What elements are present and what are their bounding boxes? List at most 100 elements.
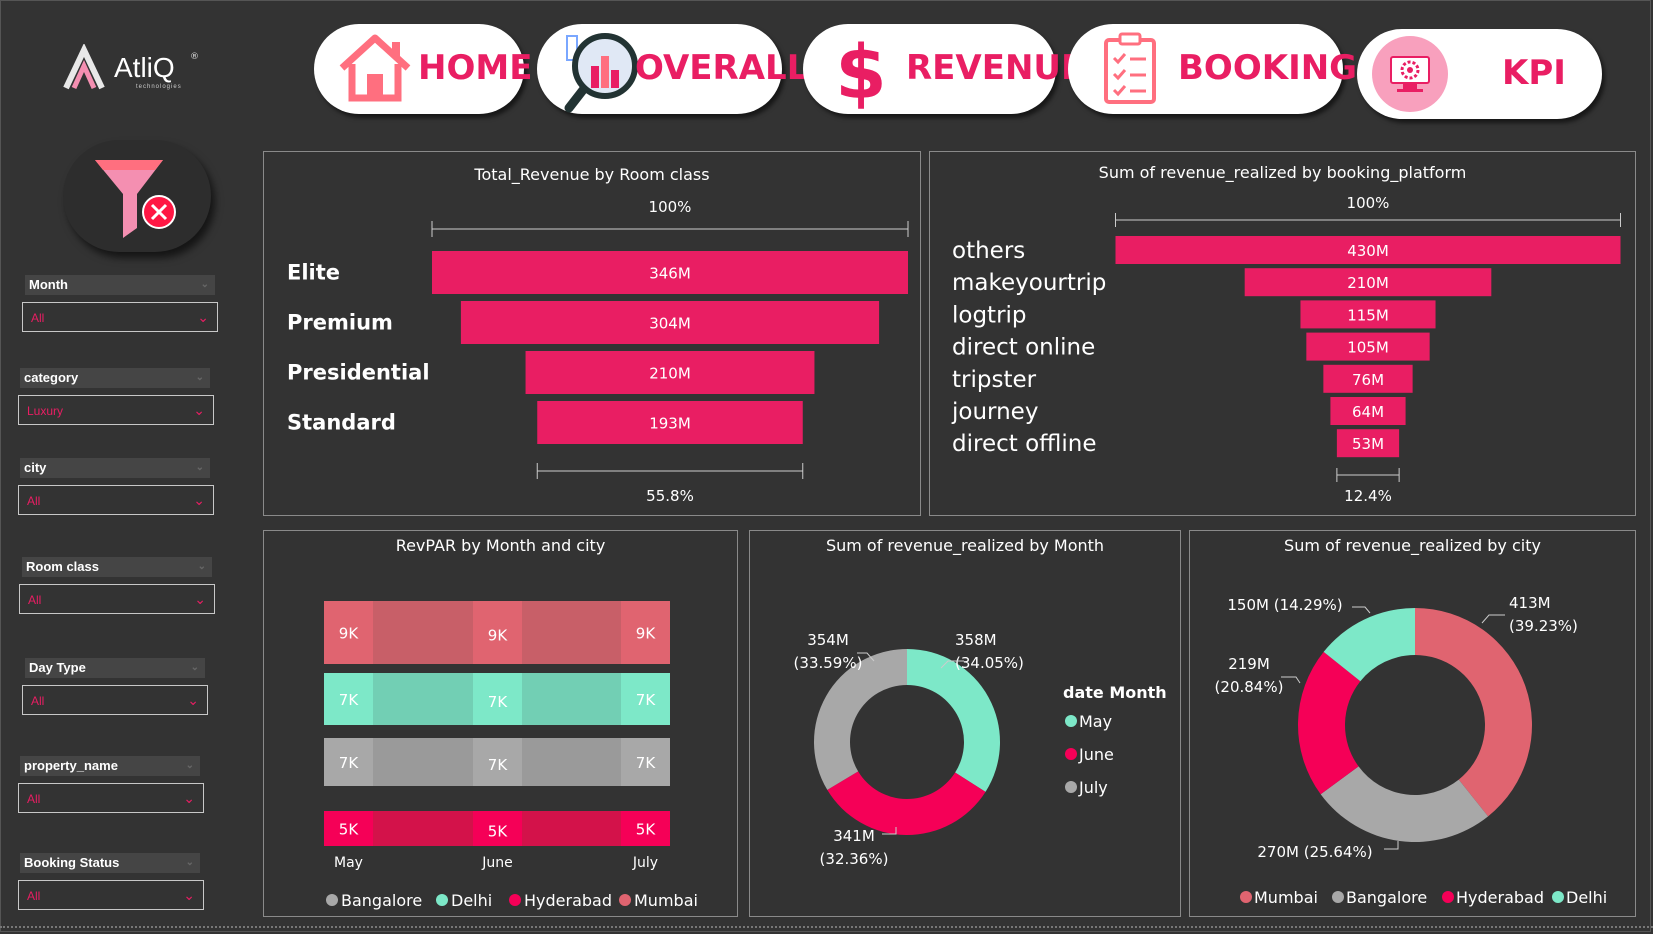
slicer-title-text: city <box>24 460 47 475</box>
funnel-value-label: 210M <box>649 365 691 383</box>
donut-leader-line <box>1481 614 1505 624</box>
donut-value-percent-label: 150M (14.29%) <box>1227 596 1342 614</box>
dollar-icon: $ <box>837 30 885 110</box>
donut-value-label: 341M <box>833 827 875 845</box>
donut-value-label: 219M <box>1228 655 1270 673</box>
funnel-category-label: Premium <box>287 311 393 335</box>
funnel-value-label: 53M <box>1352 435 1384 453</box>
chevron-down-icon: ⌄ <box>187 692 199 708</box>
donut-slice-mumbai <box>1415 608 1532 817</box>
funnel-category-label: others <box>952 238 1025 264</box>
legend-label: Delhi <box>1566 888 1607 907</box>
slicer-dropdown[interactable]: All ⌄ <box>18 880 204 910</box>
bottom-dotted-border <box>0 926 1653 928</box>
chevron-down-icon: ⌄ <box>193 492 205 508</box>
legend-label: Hyderabad <box>524 891 612 910</box>
slicer-title: Booking Status ⌄ <box>20 853 200 873</box>
funnel-value-label: 346M <box>649 265 691 283</box>
legend-label: Mumbai <box>1254 888 1318 907</box>
donut-value-percent-label: 270M (25.64%) <box>1257 843 1372 861</box>
slicer-title: property_name ⌄ <box>20 756 200 776</box>
nav-booking-label: BOOKING <box>1178 48 1358 88</box>
panel-revpar: RevPAR by Month and city 9K 9K 9K 7K 7K 7K 7K 7… <box>263 530 738 917</box>
atliq-logo-mark <box>63 44 105 90</box>
funnel-value-label: 430M <box>1347 242 1389 260</box>
legend-label: Bangalore <box>341 891 422 910</box>
funnel-category-label: Elite <box>287 261 340 285</box>
slicer-value: All <box>27 494 41 508</box>
chevron-down-icon: ⌄ <box>185 760 194 771</box>
legend-marker <box>1065 748 1077 760</box>
slicer-title-text: Month <box>29 277 68 292</box>
nav-kpi-button[interactable]: KPI <box>1357 29 1602 119</box>
bottom-percent-label: 12.4% <box>1344 487 1392 505</box>
legend-marker <box>1240 891 1252 903</box>
legend-marker <box>1332 891 1344 903</box>
funnel-category-label: journey <box>951 399 1038 425</box>
x-tick-label: June <box>481 855 513 871</box>
donut-percent-label: (33.59%) <box>794 654 863 672</box>
legend-marker <box>1552 891 1564 903</box>
chevron-down-icon: ⌄ <box>183 790 195 806</box>
legend-marker <box>509 894 521 906</box>
ribbon-value-label: 9K <box>488 627 509 645</box>
atliq-logo: AtliQ ® technologies <box>62 44 202 94</box>
chevron-down-icon: ⌄ <box>197 309 209 325</box>
slicer-dropdown[interactable]: All ⌄ <box>18 783 204 813</box>
legend-label: Mumbai <box>634 891 698 910</box>
ribbon-value-label: 7K <box>339 691 360 709</box>
ribbon-value-label: 9K <box>339 625 360 643</box>
nav-overall-label: OVERALL <box>635 48 809 88</box>
donut-value-label: 413M <box>1509 594 1551 612</box>
funnel-category-label: makeyourtrip <box>952 270 1106 296</box>
panel-revenue-city: Sum of revenue_realized by city 413M (39.… <box>1189 530 1636 917</box>
donut-percent-label: (34.05%) <box>955 654 1024 672</box>
top-percent-label: 100% <box>649 198 692 216</box>
chevron-down-icon: ⌄ <box>195 372 204 383</box>
legend-marker <box>326 894 338 906</box>
legend-marker <box>619 894 631 906</box>
funnel-value-label: 105M <box>1347 339 1389 357</box>
gear-monitor-icon <box>1372 36 1448 112</box>
nav-booking-button[interactable]: BOOKING <box>1068 24 1357 114</box>
chevron-down-icon: ⌄ <box>194 591 206 607</box>
slicer-dropdown[interactable]: All ⌄ <box>18 485 214 515</box>
slicer-dropdown[interactable]: All ⌄ <box>19 584 215 614</box>
slicer-value: All <box>31 311 45 325</box>
nav-home-button[interactable]: HOME <box>314 24 532 114</box>
funnel-category-label: direct offline <box>952 431 1097 457</box>
logo-registered: ® <box>190 52 199 62</box>
slicer-dropdown[interactable]: All ⌄ <box>22 302 218 332</box>
slicer-title-text: Room class <box>26 559 99 574</box>
ribbon-value-label: 7K <box>488 693 509 711</box>
nav-revenue-button[interactable]: $ REVENUE <box>803 24 1084 114</box>
clear-filters-button[interactable] <box>63 140 211 252</box>
nav-overall-button[interactable]: OVERALL <box>537 24 808 114</box>
nav-home-label: HOME <box>418 48 533 88</box>
chevron-down-icon: ⌄ <box>200 279 209 290</box>
funnel-category-label: direct online <box>952 335 1095 361</box>
x-tick-label: May <box>334 855 363 871</box>
slicer-value: Luxury <box>27 404 64 418</box>
logo-sub: technologies <box>136 84 182 90</box>
legend-label: May <box>1079 712 1112 731</box>
donut-percent-label: (32.36%) <box>820 850 889 868</box>
slicer-title-text: category <box>24 370 79 385</box>
slicer-title: city ⌄ <box>20 458 210 478</box>
slicer-dropdown[interactable]: Luxury ⌄ <box>18 395 214 425</box>
panel-booking-platform: Sum of revenue_realized by booking_platf… <box>929 151 1636 516</box>
legend-label: June <box>1078 745 1114 764</box>
ribbon-value-label: 7K <box>488 756 509 774</box>
clipboard-checklist-icon <box>1104 32 1156 104</box>
slicer-value: All <box>31 694 45 708</box>
funnel-clear-icon <box>95 160 176 238</box>
ribbon-value-label: 5K <box>339 821 360 839</box>
slicer-dropdown[interactable]: All ⌄ <box>22 685 208 715</box>
slicer-title-text: Day Type <box>29 660 86 675</box>
funnel-value-label: 304M <box>649 315 691 333</box>
legend-label: July <box>1078 778 1108 797</box>
house-icon <box>339 34 411 102</box>
bottom-percent-label: 55.8% <box>646 487 694 505</box>
donut-leader-line <box>1281 676 1301 684</box>
slicer-title: Day Type ⌄ <box>25 658 205 678</box>
